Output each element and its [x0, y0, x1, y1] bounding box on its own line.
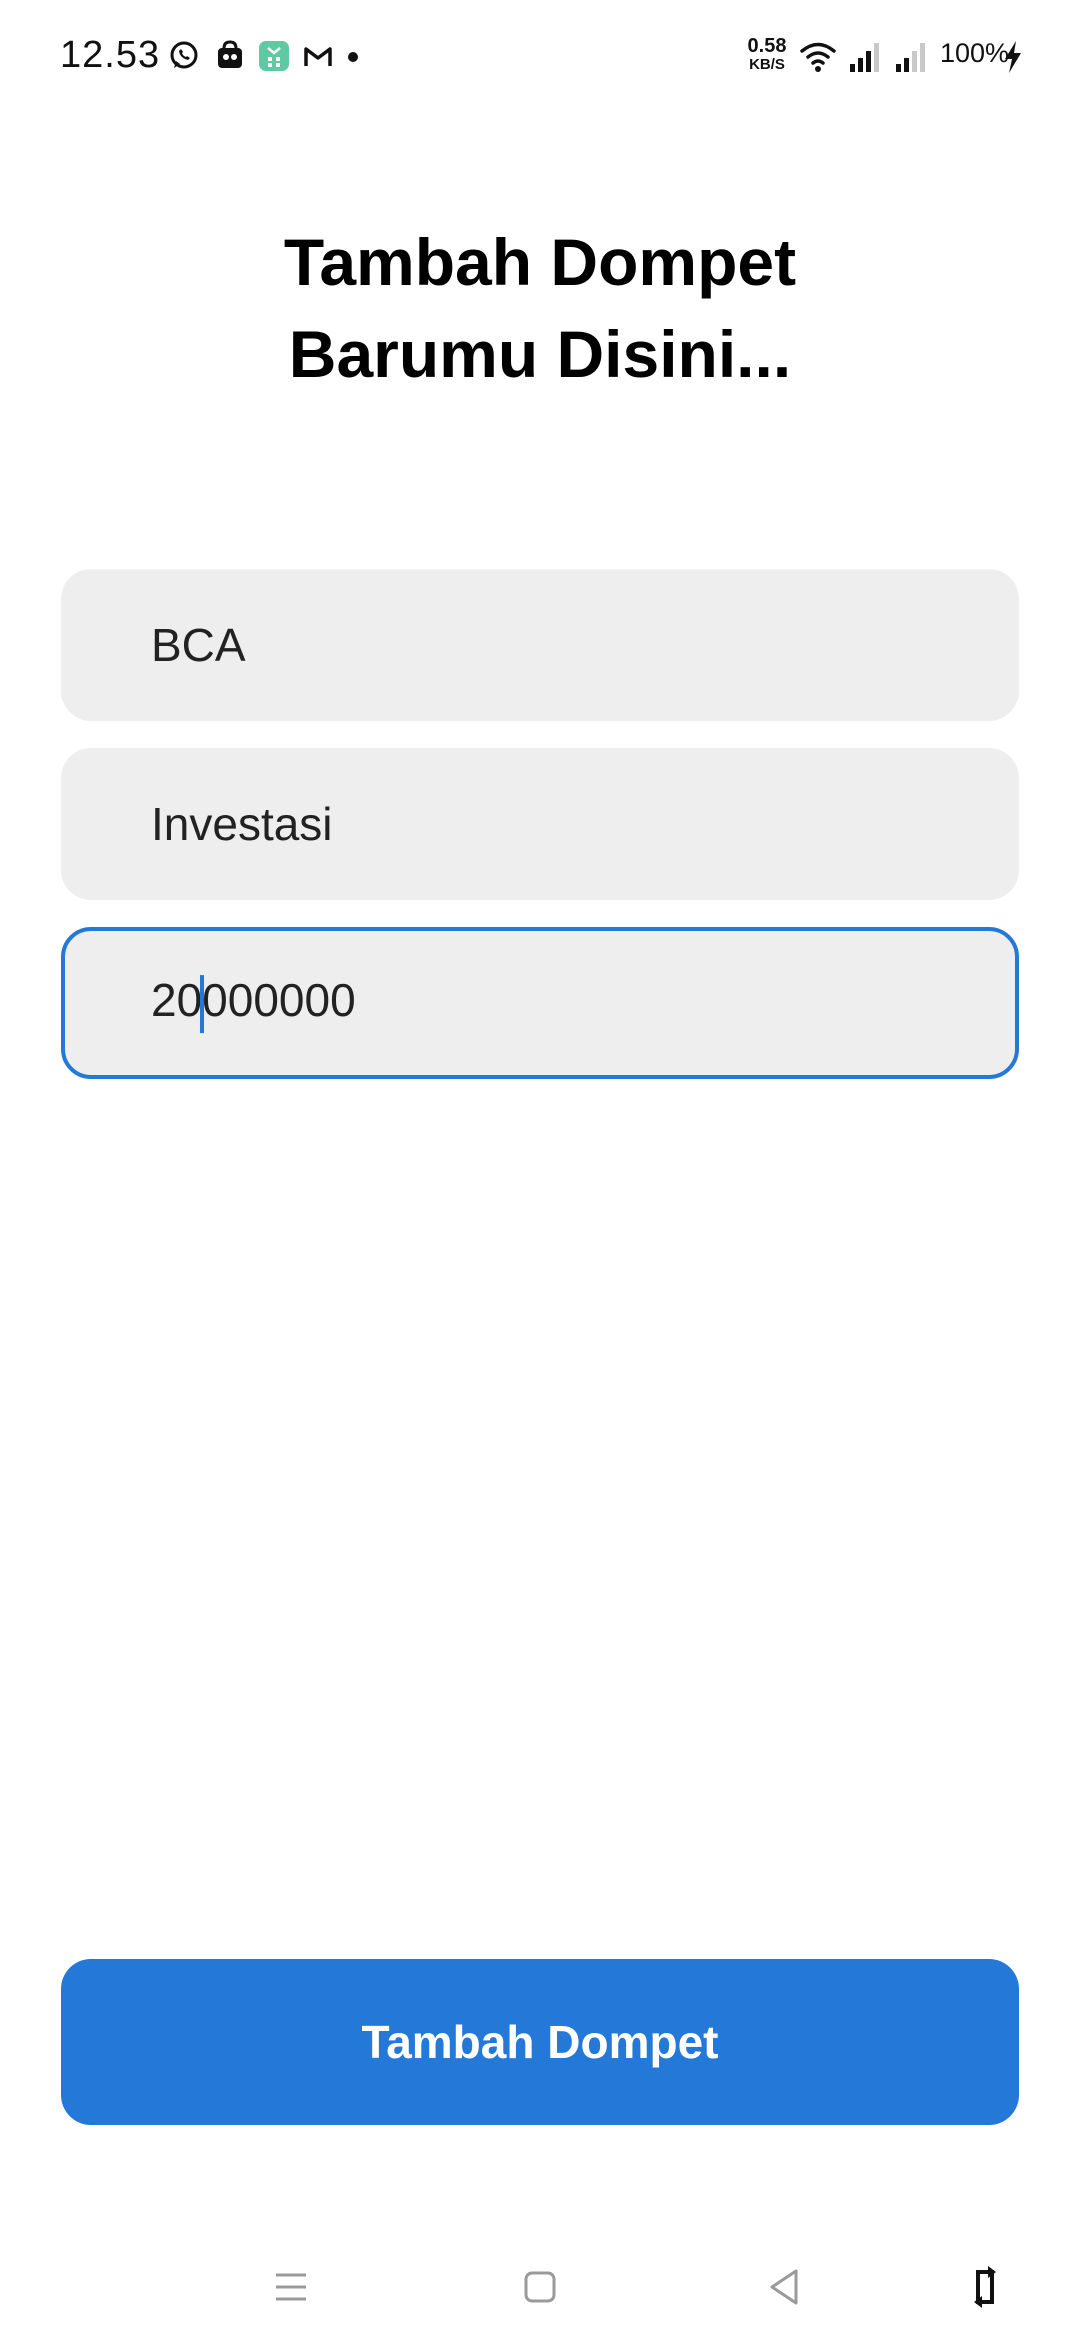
page-title-line-1: Tambah Dompet: [283, 225, 797, 299]
wifi-icon: [800, 42, 836, 72]
status-bar: 12.53 0.58 KB/S 100%: [0, 0, 1080, 112]
balance-input[interactable]: 20000000: [61, 927, 1019, 1079]
add-wallet-button-label: Tambah Dompet: [361, 2016, 719, 2068]
wallet-name-input[interactable]: BCA: [61, 569, 1019, 721]
balance-value-part-1: 20: [151, 974, 203, 1027]
battery-percent: 100%: [940, 38, 1010, 68]
network-speed: 0.58 KB/S: [742, 36, 792, 72]
wallet-type-value: Investasi: [151, 798, 333, 850]
green-app-icon: [259, 41, 289, 71]
page-title-line-2: Barumu Disini...: [288, 317, 792, 391]
shop-bag-icon: [218, 40, 242, 68]
whatsapp-icon: [170, 41, 198, 69]
page-title: Tambah Dompet Barumu Disini...: [0, 216, 1080, 400]
rotate-icon[interactable]: [960, 2262, 1010, 2312]
network-speed-unit: KB/S: [749, 56, 785, 73]
home-icon[interactable]: [515, 2262, 565, 2312]
wallet-name-value: BCA: [151, 619, 246, 671]
status-time: 12.53: [60, 34, 161, 76]
add-wallet-button[interactable]: Tambah Dompet: [61, 1959, 1019, 2125]
charging-icon: [1005, 41, 1021, 73]
signal-icon-2: [896, 43, 925, 72]
more-dot-icon: [348, 52, 358, 62]
balance-value: 20000000: [151, 973, 356, 1033]
signal-icon: [850, 43, 879, 72]
network-speed-value: 0.58: [747, 35, 787, 57]
wallet-type-input[interactable]: Investasi: [61, 748, 1019, 900]
system-nav-bar: [0, 2240, 1080, 2340]
back-icon[interactable]: [760, 2262, 810, 2312]
menu-icon[interactable]: [266, 2262, 316, 2312]
balance-value-part-2: 000000: [202, 974, 356, 1027]
gmail-icon: [304, 47, 332, 66]
